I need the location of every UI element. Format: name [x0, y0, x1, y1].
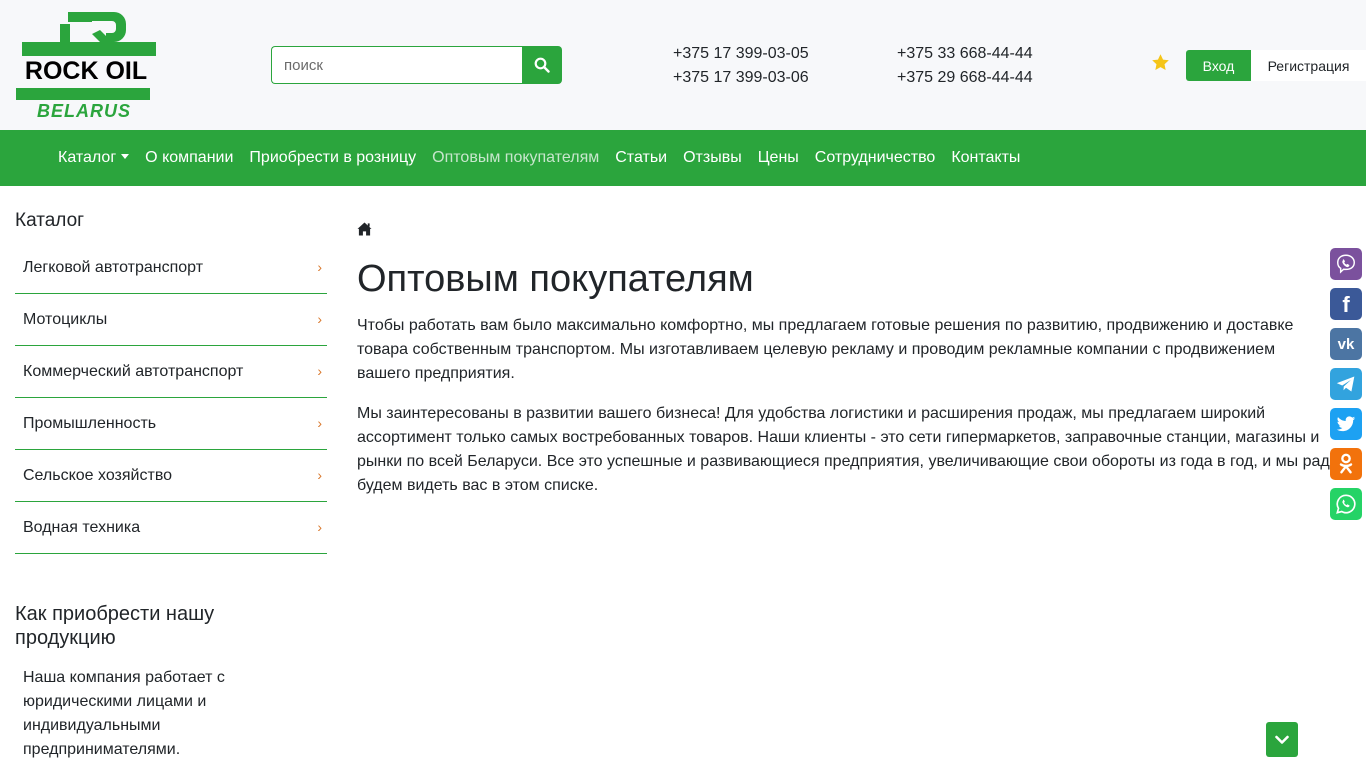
facebook-share-button[interactable]: f [1330, 288, 1362, 320]
phone-number[interactable]: +375 29 668-44-44 [897, 66, 1033, 90]
nav-item-wholesale[interactable]: Оптовым покупателям [424, 149, 607, 167]
paragraph-line: Мы заинтересованы в развитии вашего бизн… [357, 405, 1266, 422]
sidebar-title: Каталог [15, 210, 85, 231]
chevron-right-icon: › [317, 518, 322, 535]
viber-icon [1337, 254, 1355, 274]
business-paragraph: Мы заинтересованы в развитии вашего бизн… [357, 402, 1347, 498]
intro-paragraph: Чтобы работать вам было максимально комф… [357, 314, 1347, 386]
search-button[interactable] [522, 46, 562, 84]
nav-item-articles[interactable]: Статьи [607, 149, 675, 167]
telegram-icon [1336, 376, 1355, 392]
svg-text:BELARUS: BELARUS [37, 101, 131, 120]
phone-number[interactable]: +375 17 399-03-05 [673, 42, 809, 66]
search-input[interactable] [271, 46, 522, 84]
paragraph-line: вашего предприятия. [357, 365, 515, 382]
scroll-down-button[interactable] [1266, 722, 1298, 757]
paragraph-line: будем видеть вас в этом списке. [357, 477, 599, 494]
whatsapp-icon [1336, 494, 1356, 514]
main-nav: Каталог О компании Приобрести в розницу … [0, 130, 1366, 186]
howto-title: Как приобрести нашу продукцию [15, 603, 215, 649]
paragraph-line: товара собственным транспортом. Мы изгот… [357, 341, 1276, 358]
sidebar-item-industry[interactable]: Промышленность › [15, 398, 327, 450]
nav-item-about[interactable]: О компании [137, 149, 241, 167]
chevron-right-icon: › [317, 258, 322, 275]
search-form [271, 46, 562, 84]
rock-oil-logo[interactable]: ROCK OIL BELARUS [14, 10, 158, 120]
search-icon [534, 57, 550, 73]
telegram-share-button[interactable] [1330, 368, 1362, 400]
paragraph-line: ассортимент только самых востребованных … [357, 429, 1320, 446]
chevron-right-icon: › [317, 310, 322, 327]
register-button[interactable]: Регистрация [1251, 50, 1366, 81]
phone-number[interactable]: +375 17 399-03-06 [673, 66, 809, 90]
sidebar-item-agriculture[interactable]: Сельское хозяйство › [15, 450, 327, 502]
whatsapp-share-button[interactable] [1330, 488, 1362, 520]
phones-column-2: +375 33 668-44-44 +375 29 668-44-44 [897, 42, 1033, 90]
facebook-icon: f [1342, 292, 1350, 317]
phone-number[interactable]: +375 33 668-44-44 [897, 42, 1033, 66]
paragraph-line: Чтобы работать вам было максимально комф… [357, 317, 1294, 334]
nav-item-retail[interactable]: Приобрести в розницу [241, 149, 424, 167]
sidebar-item-cars[interactable]: Легковой автотранспорт › [15, 242, 327, 294]
nav-item-catalog[interactable]: Каталог [50, 149, 137, 167]
viber-share-button[interactable] [1330, 248, 1362, 280]
sidebar-item-commercial[interactable]: Коммерческий автотранспорт › [15, 346, 327, 398]
twitter-icon [1336, 415, 1356, 431]
login-button[interactable]: Вход [1186, 50, 1251, 81]
chevron-right-icon: › [317, 414, 322, 431]
odnoklassniki-share-button[interactable] [1330, 448, 1362, 480]
nav-item-prices[interactable]: Цены [750, 149, 807, 167]
paragraph-line: рынки по всей Беларуси. Все это успешные… [357, 453, 1330, 470]
home-icon[interactable] [357, 222, 372, 236]
site-header: ROCK OIL BELARUS +375 17 399-03-05 +375 … [0, 0, 1366, 130]
chevron-right-icon: › [317, 466, 322, 483]
favorites-star-icon[interactable] [1151, 53, 1170, 72]
svg-text:ROCK OIL: ROCK OIL [25, 57, 147, 85]
vk-icon: vk [1337, 335, 1355, 353]
nav-item-cooperation[interactable]: Сотрудничество [807, 149, 944, 167]
chevron-down-icon [1275, 735, 1289, 744]
nav-item-reviews[interactable]: Отзывы [675, 149, 750, 167]
howto-text: Наша компания работает с юридическими ли… [23, 669, 225, 758]
twitter-share-button[interactable] [1330, 408, 1362, 440]
sidebar-item-watercraft[interactable]: Водная техника › [15, 502, 327, 554]
nav-item-contacts[interactable]: Контакты [943, 149, 1028, 167]
caret-down-icon [121, 154, 130, 160]
sidebar-item-motorcycles[interactable]: Мотоциклы › [15, 294, 327, 346]
phones-column-1: +375 17 399-03-05 +375 17 399-03-06 [673, 42, 809, 90]
page-title: Оптовым покупателям [357, 258, 754, 300]
chevron-right-icon: › [317, 362, 322, 379]
odnoklassniki-icon [1339, 453, 1353, 474]
vk-share-button[interactable]: vk [1330, 328, 1362, 360]
